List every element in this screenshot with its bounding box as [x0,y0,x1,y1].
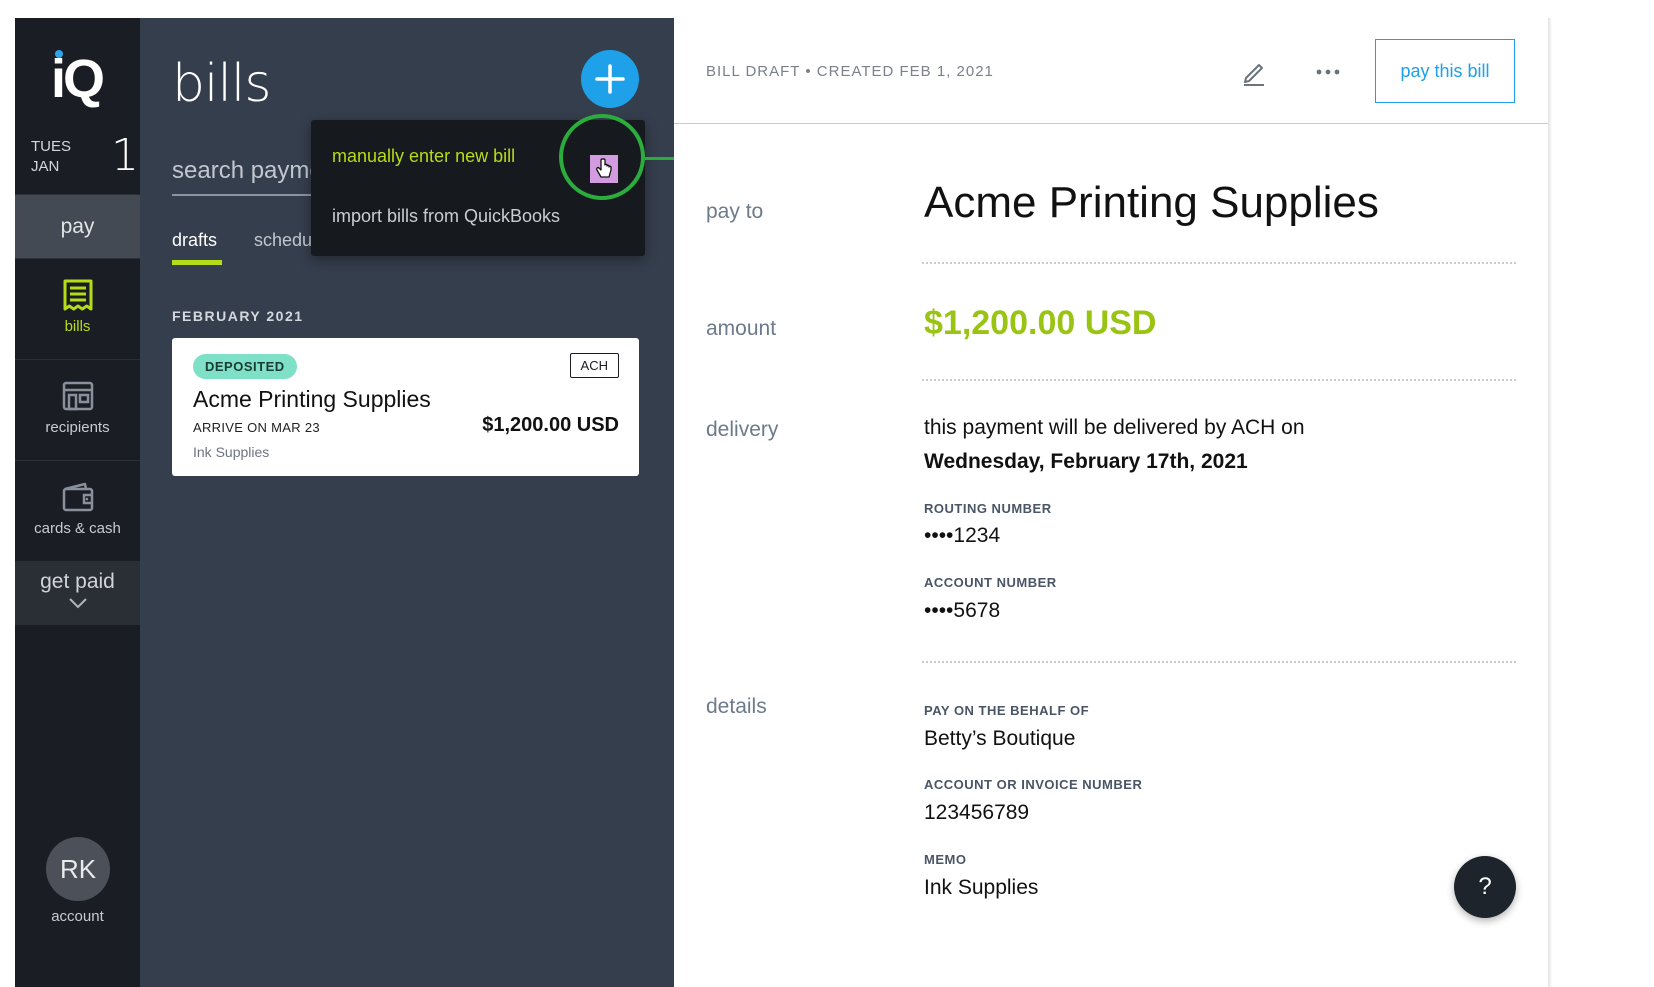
bill-card[interactable]: DEPOSITED ACH Acme Printing Supplies ARR… [172,338,639,476]
logo-text: iQ [51,49,105,109]
window-edge-shadow [1548,18,1552,987]
bill-detail-pane: BILL DRAFT • CREATED FEB 1, 2021 pay thi… [674,18,1548,987]
wallet-icon [62,482,93,512]
plus-icon [595,64,625,94]
details-label: details [706,695,767,718]
memo-value: Ink Supplies [924,876,1039,899]
date-weekday: TUES [31,138,72,155]
app-logo[interactable]: iQ [51,50,107,110]
routing-number-label: ROUTING NUMBER [924,501,1052,516]
amount-label: amount [706,317,777,340]
add-bill-button[interactable] [581,50,639,108]
sidebar-item-get-paid[interactable]: get paid [15,561,140,625]
sidebar-nav: iQ TUES JAN 11 pay bills recipients card… [15,18,167,987]
invoice-number-label: ACCOUNT OR INVOICE NUMBER [924,777,1143,792]
sidebar-item-cards-cash[interactable]: cards & cash [15,460,140,561]
bill-arrival: ARRIVE ON MAR 23 [193,420,320,435]
sidebar-item-label: bills [64,318,91,335]
menu-item-manual-entry[interactable]: manually enter new bill [332,146,515,167]
memo-label: MEMO [924,852,967,867]
detail-header: BILL DRAFT • CREATED FEB 1, 2021 pay thi… [674,18,1548,124]
bills-panel: bills drafts scheduled FEBRUARY 2021 DEP… [140,18,834,987]
more-options-icon[interactable] [1314,62,1342,82]
sidebar-item-pay[interactable]: pay [15,194,140,258]
date-widget: TUES JAN 11 [31,134,167,184]
avatar[interactable]: RK [46,837,110,901]
delivery-description: this payment will be delivered by ACH on [924,416,1305,439]
bill-amount: $1,200.00 USD [482,414,619,436]
month-group-label: FEBRUARY 2021 [172,308,304,324]
sidebar-item-label: get paid [40,570,115,593]
routing-number-value: ••••1234 [924,524,1001,547]
pay-to-label: pay to [706,200,764,223]
amount-value: $1,200.00 USD [924,304,1157,342]
status-badge: DEPOSITED [193,354,297,379]
sidebar-item-recipients[interactable]: recipients [15,359,140,460]
account-number-label: ACCOUNT NUMBER [924,575,1057,590]
tab-drafts[interactable]: drafts [172,230,223,265]
divider [922,379,1516,381]
sidebar-item-label: pay [60,215,95,238]
sidebar-item-bills[interactable]: bills [15,258,140,359]
date-month: JAN [31,158,60,175]
help-button[interactable]: ? [1454,856,1516,918]
account-number-value: ••••5678 [924,599,1001,622]
divider [922,262,1516,264]
account-label[interactable]: account [15,908,140,925]
step-highlight-circle [559,114,645,200]
bill-payee: Acme Printing Supplies [193,386,431,412]
behalf-label: PAY ON THE BEHALF OF [924,703,1090,718]
pencil-icon[interactable] [1240,58,1268,86]
chevron-down-icon [68,598,87,609]
receipt-icon [63,279,92,311]
draft-status: BILL DRAFT • CREATED FEB 1, 2021 [706,63,994,80]
sidebar-item-label: cards & cash [34,520,121,537]
delivery-label: delivery [706,418,779,441]
payee-name: Acme Printing Supplies [924,178,1379,227]
page-title: bills [172,54,271,114]
invoice-number-value: 123456789 [924,801,1030,824]
pay-this-bill-button[interactable]: pay this bill [1375,39,1515,103]
sidebar-item-label: recipients [45,419,110,436]
bill-memo: Ink Supplies [193,444,270,460]
behalf-value: Betty’s Boutique [924,727,1076,750]
delivery-date: Wednesday, February 17th, 2021 [924,450,1248,473]
storefront-icon [62,381,93,411]
menu-item-import-quickbooks[interactable]: import bills from QuickBooks [332,206,560,227]
payment-method-badge: ACH [569,353,619,378]
app-window: iQ TUES JAN 11 pay bills recipients card… [15,18,1548,987]
divider [922,661,1516,663]
